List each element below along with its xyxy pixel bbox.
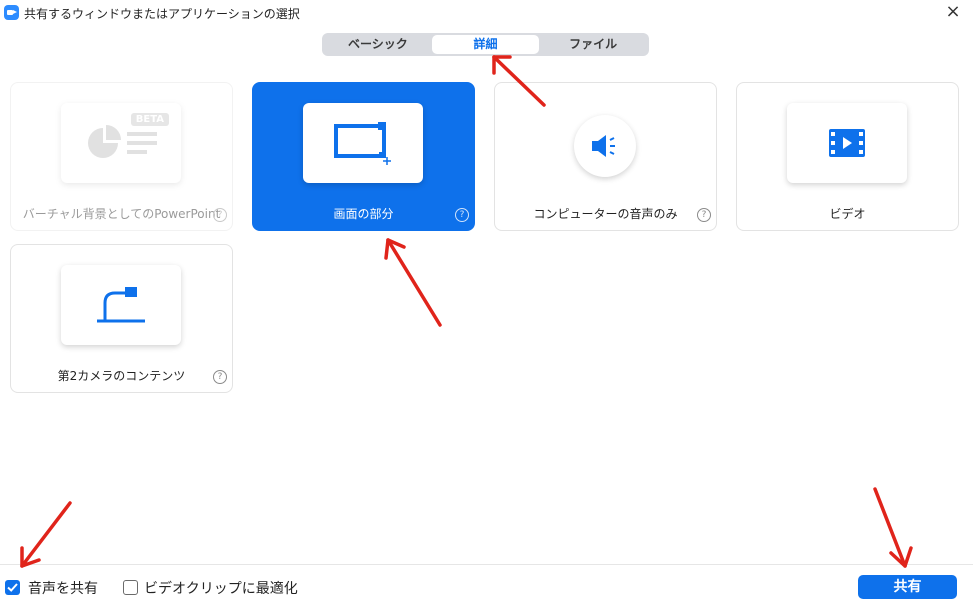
powerpoint-thumbnail: BETA [61, 103, 181, 183]
card-label: コンピューターの音声のみ [533, 207, 678, 221]
checkmark-icon [7, 583, 18, 592]
second-camera-card[interactable]: 第2カメラのコンテンツ ? [10, 244, 233, 393]
help-icon[interactable]: ? [697, 208, 711, 222]
close-icon[interactable]: × [943, 3, 963, 23]
help-icon[interactable]: ? [213, 370, 227, 384]
annotation-arrow-screen-portion [384, 238, 442, 327]
optimize-video-checkbox[interactable] [123, 580, 138, 595]
annotation-arrow-share-audio [20, 501, 72, 568]
second-camera-thumbnail [61, 265, 181, 345]
screen-portion-icon [334, 122, 391, 165]
card-label: バーチャル背景としてのPowerPoint [22, 207, 221, 221]
footer-divider [0, 564, 973, 565]
video-thumbnail [787, 103, 907, 183]
computer-audio-card[interactable]: コンピューターの音声のみ ? [494, 82, 717, 231]
screen-portion-card[interactable]: 画面の部分 ? [252, 82, 475, 231]
beta-badge: BETA [130, 113, 169, 126]
video-card[interactable]: ビデオ [736, 82, 959, 231]
audio-thumbnail [574, 115, 636, 177]
speaker-icon [592, 135, 615, 157]
share-audio-checkbox[interactable] [5, 580, 20, 595]
tab-basic[interactable]: ベーシック [324, 35, 432, 54]
card-label: 画面の部分 [333, 207, 394, 221]
video-icon [829, 129, 865, 157]
tab-advanced[interactable]: 詳細 [431, 35, 540, 54]
help-icon[interactable]: ? [213, 208, 227, 222]
share-mode-tabs: ベーシック 詳細 ファイル [322, 33, 649, 56]
title-bar: 共有するウィンドウまたはアプリケーションの選択 × [0, 0, 973, 26]
powerpoint-background-card[interactable]: BETA バーチャル背景としてのPowerPoint ? [10, 82, 233, 231]
share-audio-label[interactable]: 音声を共有 [28, 578, 98, 598]
tab-files[interactable]: ファイル [539, 35, 647, 54]
zoom-app-icon [4, 5, 19, 20]
optimize-video-label[interactable]: ビデオクリップに最適化 [144, 578, 298, 598]
share-button[interactable]: 共有 [858, 575, 957, 599]
card-label: ビデオ [829, 207, 866, 221]
screen-portion-thumbnail [303, 103, 423, 183]
help-icon[interactable]: ? [455, 208, 469, 222]
card-label: 第2カメラのコンテンツ [57, 369, 186, 383]
document-camera-icon [97, 287, 145, 323]
window-title: 共有するウィンドウまたはアプリケーションの選択 [24, 7, 300, 21]
annotation-arrow-share-button [873, 487, 913, 568]
